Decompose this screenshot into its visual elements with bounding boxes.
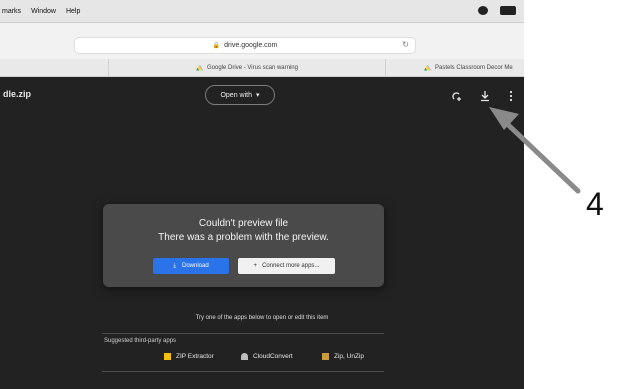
annotation-number: 4 [586,186,604,222]
annotation-arrow [489,107,581,194]
